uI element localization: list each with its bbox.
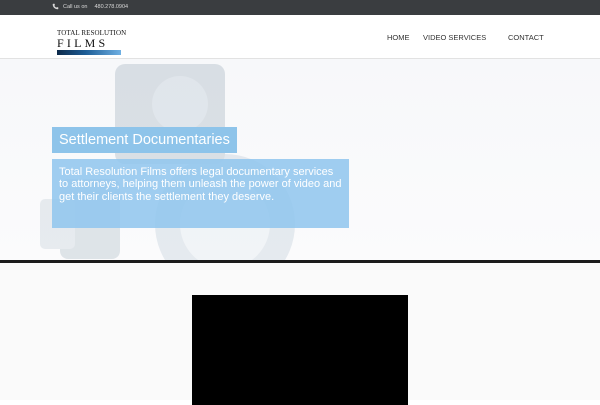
phone-label: Call us on xyxy=(63,3,88,10)
hero-description: Total Resolution Films offers legal docu… xyxy=(52,159,349,228)
nav-contact[interactable]: CONTACT xyxy=(508,33,544,42)
hero-title: Settlement Documentaries xyxy=(52,127,237,153)
phone-number[interactable]: 480.278.0904 xyxy=(94,4,128,10)
nav-video-services[interactable]: VIDEO SERVICES xyxy=(423,33,486,42)
site-header: TOTAL RESOLUTION FILMS HOME VIDEO SERVIC… xyxy=(0,15,600,59)
video-player[interactable] xyxy=(192,295,408,405)
logo-line-2: FILMS xyxy=(57,36,109,50)
top-bar: Call us on 480.278.0904 xyxy=(0,0,600,15)
logo-gradient-bar xyxy=(57,50,121,55)
phone-contact: Call us on 480.278.0904 xyxy=(52,3,128,10)
hero-section: Settlement Documentaries Total Resolutio… xyxy=(0,59,600,260)
video-section xyxy=(0,263,600,405)
site-logo[interactable]: TOTAL RESOLUTION FILMS xyxy=(57,30,126,55)
nav-home[interactable]: HOME xyxy=(387,33,410,42)
phone-icon xyxy=(52,3,59,10)
